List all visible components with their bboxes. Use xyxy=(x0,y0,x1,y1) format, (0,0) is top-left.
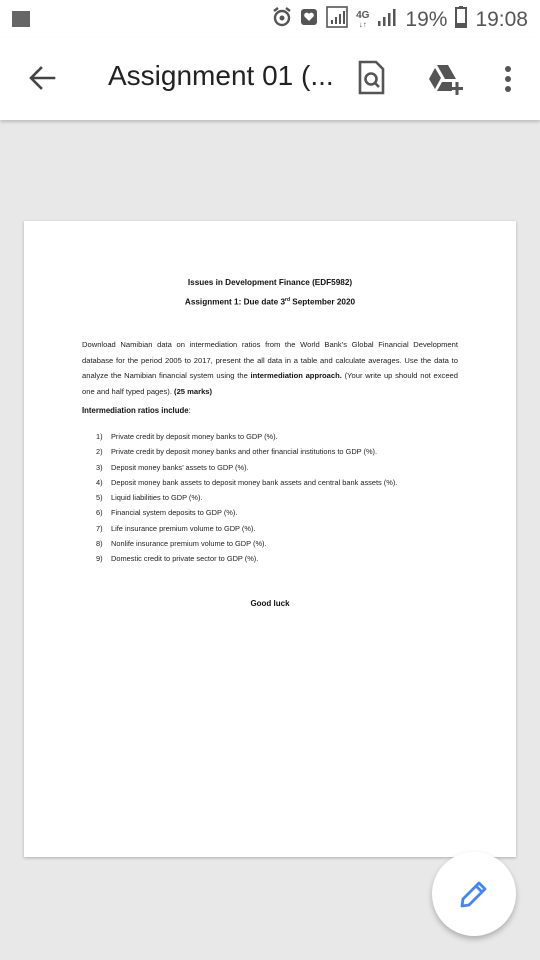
more-vert-icon xyxy=(505,66,511,92)
network-type: 4G ↓↑ xyxy=(356,9,370,29)
assignment-instructions: Download Namibian data on intermediation… xyxy=(82,340,459,396)
list-item: 4) Deposit money bank assets to deposit m… xyxy=(96,477,398,487)
clock: 19:08 xyxy=(475,7,528,31)
app-bar: Assignment 01 (... xyxy=(0,38,540,120)
signal-bars-icon xyxy=(377,7,397,32)
list-item: 9) Domestic credit to private sector to G… xyxy=(96,554,259,564)
notification-square-icon xyxy=(12,11,30,32)
document-title: Assignment 01 (... xyxy=(108,60,334,91)
doc-title: Issues in Development Finance (EDF5982) xyxy=(187,278,353,287)
add-to-drive-icon xyxy=(429,65,463,95)
status-bar: 4G ↓↑ 19% 19:08 xyxy=(0,0,540,38)
list-item: 5) Liquid liabilities to GDP (%). xyxy=(96,493,203,503)
search-in-document-button[interactable] xyxy=(356,60,386,96)
arrow-back-icon xyxy=(29,66,56,90)
doc-subtitle: Assignment 1: Due date 3rd September 202… xyxy=(184,297,356,307)
more-options-button[interactable] xyxy=(498,64,518,94)
list-item: 8) Nonlife insurance premium volume to GD… xyxy=(96,539,267,549)
list-item: 7) Life insurance premium volume to GDP (… xyxy=(96,523,256,533)
list-item: 3) Deposit money banks’ assets to GDP (%)… xyxy=(96,462,249,472)
edit-fab-button[interactable] xyxy=(432,852,516,936)
list-item: 1) Private credit by deposit money banks … xyxy=(96,432,278,441)
battery-percent: 19% xyxy=(405,7,448,31)
list-item: 2) Private credit by deposit money banks … xyxy=(96,447,378,457)
ratios-list: 1) Private credit by deposit money banks … xyxy=(96,429,397,567)
battery-icon xyxy=(455,6,468,33)
closing-text: Good luck xyxy=(250,599,290,608)
ratios-heading: Intermediation ratios include: xyxy=(82,406,191,415)
back-button[interactable] xyxy=(26,62,58,94)
signal-icon xyxy=(326,6,348,33)
search-document-icon xyxy=(358,60,385,95)
list-item: 6) Financial system deposits to GDP (%). xyxy=(96,508,238,518)
heart-message-icon xyxy=(300,8,318,31)
alarm-icon xyxy=(272,7,292,32)
add-to-drive-button[interactable] xyxy=(426,62,464,96)
edit-pencil-icon xyxy=(460,881,487,908)
document-page[interactable]: Issues in Development Finance (EDF5982) … xyxy=(24,221,516,857)
